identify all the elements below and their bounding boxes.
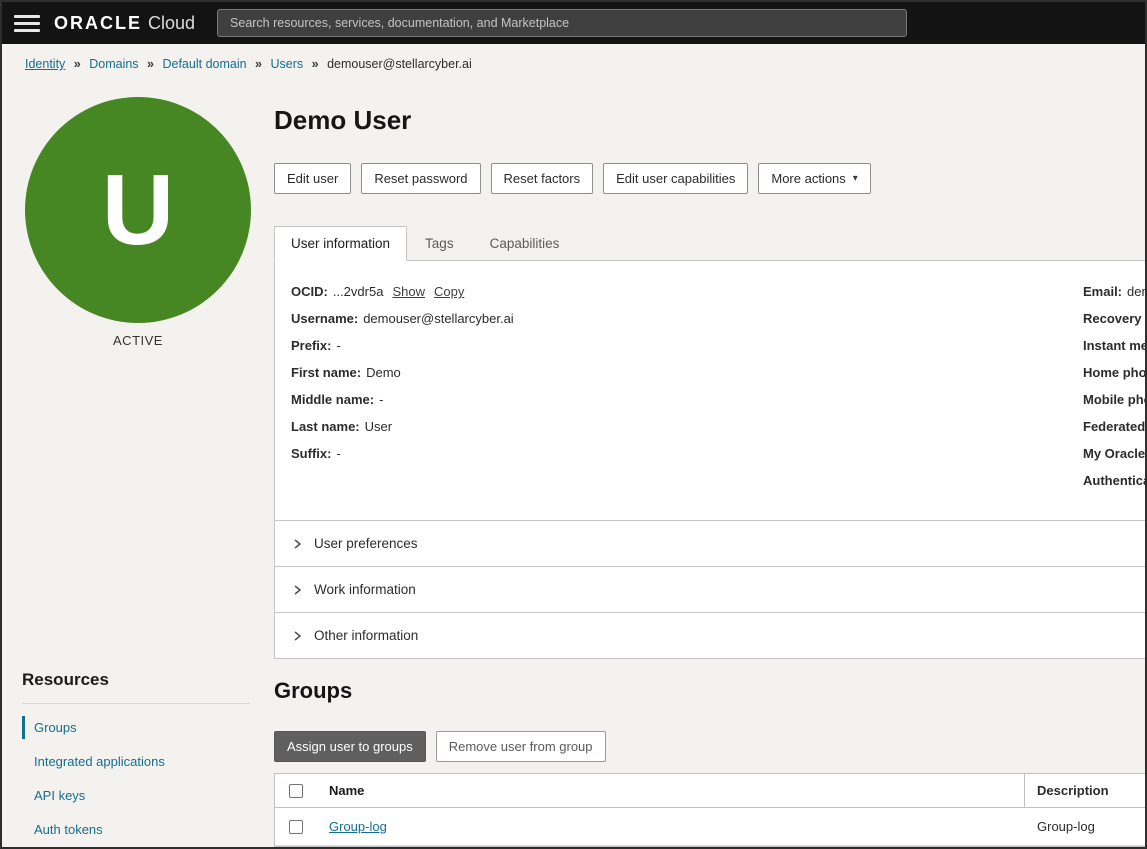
reset-factors-button[interactable]: Reset factors — [491, 163, 594, 194]
resources-title: Resources — [22, 670, 250, 704]
field-federated: Federated: — [1083, 418, 1147, 436]
field-home-phone: Home phon — [1083, 364, 1147, 382]
table-row: Group-log Group-log — [275, 808, 1145, 846]
select-all-checkbox[interactable] — [289, 784, 303, 798]
user-avatar: U — [25, 97, 251, 323]
group-name-link[interactable]: Group-log — [329, 819, 387, 834]
topbar-search — [217, 9, 907, 37]
page-title: Demo User — [274, 105, 1145, 136]
hamburger-menu-icon[interactable] — [14, 11, 40, 36]
left-panel: U ACTIVE Resources Groups Integrated app… — [2, 81, 274, 849]
sidebar-item-groups[interactable]: Groups — [22, 716, 250, 739]
field-mobile-phone: Mobile pho — [1083, 391, 1147, 409]
field-authentication: Authentica — [1083, 472, 1147, 490]
edit-user-button[interactable]: Edit user — [274, 163, 351, 194]
status-badge: ACTIVE — [2, 333, 274, 348]
breadcrumb-separator: » — [147, 57, 154, 71]
column-header-description: Description — [1025, 783, 1145, 798]
field-username: Username:demouser@stellarcyber.ai — [291, 310, 1145, 328]
breadcrumb-current-user: demouser@stellarcyber.ai — [327, 57, 472, 71]
field-first-name: First name:Demo — [291, 364, 1145, 382]
field-email: Email:dem — [1083, 283, 1147, 301]
avatar-letter: U — [102, 160, 174, 260]
field-last-name: Last name:User — [291, 418, 1145, 436]
section-other-information[interactable]: Other information — [274, 613, 1145, 659]
groups-toolbar: Assign user to groups Remove user from g… — [274, 731, 1145, 762]
field-instant-messaging: Instant mes — [1083, 337, 1147, 355]
search-input[interactable] — [217, 9, 907, 37]
reset-password-button[interactable]: Reset password — [361, 163, 480, 194]
more-actions-label: More actions — [771, 171, 845, 186]
breadcrumb-item-identity[interactable]: Identity — [25, 57, 65, 71]
sidebar-item-api-keys[interactable]: API keys — [22, 784, 250, 807]
user-actions-toolbar: Edit user Reset password Reset factors E… — [274, 163, 1145, 194]
group-description: Group-log — [1025, 819, 1145, 834]
row-checkbox[interactable] — [289, 820, 303, 834]
user-information-right-column: Email:dem Recovery e Instant mes Home ph… — [1083, 283, 1147, 499]
column-header-name: Name — [317, 774, 1025, 807]
breadcrumb: Identity » Domains » Default domain » Us… — [2, 44, 1145, 81]
remove-user-from-group-button[interactable]: Remove user from group — [436, 731, 606, 762]
breadcrumb-separator: » — [312, 57, 319, 71]
chevron-right-icon — [291, 538, 303, 550]
breadcrumb-item-users[interactable]: Users — [270, 57, 303, 71]
groups-table-header: Name Description — [275, 774, 1145, 808]
field-my-oracle: My Oracle — [1083, 445, 1147, 463]
sidebar-item-auth-tokens[interactable]: Auth tokens — [22, 818, 250, 841]
oracle-cloud-logo: ORACLE Cloud — [54, 13, 195, 34]
groups-section-title: Groups — [274, 678, 1145, 704]
resources-nav: Resources Groups Integrated applications… — [22, 670, 250, 841]
more-actions-button[interactable]: More actions ▾ — [758, 163, 870, 194]
caret-down-icon: ▾ — [853, 173, 858, 184]
tab-capabilities[interactable]: Capabilities — [472, 227, 578, 260]
groups-table: Name Description Group-log Group-log — [274, 773, 1145, 847]
oracle-cloud-console: ORACLE Cloud Identity » Domains » Defaul… — [0, 0, 1147, 849]
field-recovery-email: Recovery e — [1083, 310, 1147, 328]
chevron-right-icon — [291, 584, 303, 596]
sidebar-item-integrated-applications[interactable]: Integrated applications — [22, 750, 250, 773]
chevron-right-icon — [291, 630, 303, 642]
edit-user-capabilities-button[interactable]: Edit user capabilities — [603, 163, 748, 194]
breadcrumb-item-default-domain[interactable]: Default domain — [162, 57, 246, 71]
field-suffix: Suffix:- — [291, 445, 1145, 463]
topbar: ORACLE Cloud — [2, 2, 1145, 44]
tab-tags[interactable]: Tags — [407, 227, 472, 260]
ocid-copy-link[interactable]: Copy — [434, 284, 464, 299]
field-prefix: Prefix:- — [291, 337, 1145, 355]
assign-user-to-groups-button[interactable]: Assign user to groups — [274, 731, 426, 762]
section-work-information[interactable]: Work information — [274, 567, 1145, 613]
breadcrumb-separator: » — [255, 57, 262, 71]
tab-bar: User information Tags Capabilities — [274, 226, 1145, 260]
breadcrumb-separator: » — [74, 57, 81, 71]
ocid-show-link[interactable]: Show — [392, 284, 425, 299]
breadcrumb-item-domains[interactable]: Domains — [89, 57, 138, 71]
cloud-wordmark: Cloud — [148, 13, 195, 34]
field-ocid: OCID:...2vdr5aShowCopy — [291, 283, 1145, 301]
main-content: Demo User Edit user Reset password Reset… — [274, 81, 1145, 847]
field-middle-name: Middle name:- — [291, 391, 1145, 409]
user-information-panel: OCID:...2vdr5aShowCopy Username:demouser… — [274, 260, 1145, 521]
section-user-preferences[interactable]: User preferences — [274, 521, 1145, 567]
tab-user-information[interactable]: User information — [274, 226, 407, 261]
oracle-wordmark: ORACLE — [54, 13, 142, 34]
